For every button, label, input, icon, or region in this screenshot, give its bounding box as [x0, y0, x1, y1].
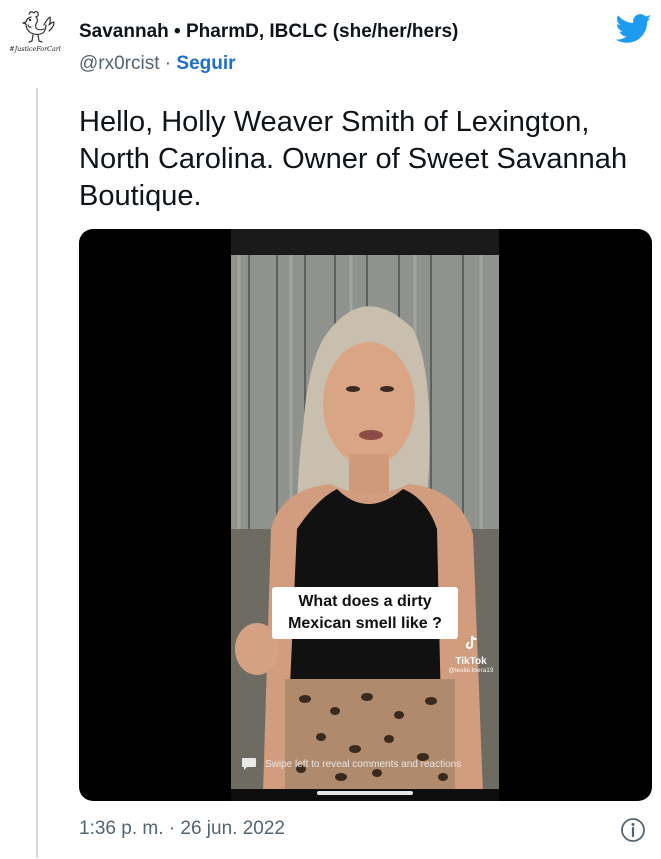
- avatar[interactable]: #JusticeForCarl: [4, 8, 66, 70]
- timestamp-separator: ·: [168, 818, 176, 839]
- author-handle[interactable]: @rx0rcist: [79, 53, 160, 74]
- thread-line: [36, 88, 38, 858]
- rooster-icon: [22, 10, 55, 43]
- video-still-image: [231, 255, 499, 794]
- follow-button[interactable]: Seguir: [176, 53, 235, 74]
- handle-row: @rx0rcist · Seguir: [79, 53, 236, 75]
- author-name[interactable]: Savannah • PharmD, IBCLC (she/her/hers): [79, 21, 458, 43]
- handle-separator: ·: [164, 53, 172, 74]
- home-indicator: [317, 791, 413, 795]
- tiktok-username: @leslie.loera19: [448, 667, 494, 674]
- tweet-timestamp[interactable]: 1:36 p. m. · 26 jun. 2022: [79, 818, 285, 840]
- video-frame: What does a dirty Mexican smell like ? T…: [231, 229, 499, 801]
- video-caption: What does a dirty Mexican smell like ?: [272, 587, 458, 639]
- tweet-text: Hello, Holly Weaver Smith of Lexington, …: [79, 106, 628, 212]
- tweet-time: 1:36 p. m.: [79, 818, 164, 839]
- info-icon[interactable]: [620, 817, 646, 843]
- caption-line-1: What does a dirty: [298, 593, 432, 610]
- video-player[interactable]: What does a dirty Mexican smell like ? T…: [79, 229, 652, 801]
- twitter-bird-icon[interactable]: [616, 14, 652, 44]
- comment-icon: [242, 758, 256, 770]
- caption-line-2: Mexican smell like ?: [288, 615, 442, 632]
- tiktok-watermark: TikTok @leslie.loera19: [443, 635, 499, 675]
- swipe-hint: Swipe left to reveal comments and reacti…: [241, 757, 491, 771]
- tiktok-label: TikTok: [455, 656, 487, 667]
- embedded-tweet: #JusticeForCarl Savannah • PharmD, IBCLC…: [0, 0, 661, 859]
- swipe-hint-text: Swipe left to reveal comments and reacti…: [265, 758, 462, 770]
- tiktok-icon: [465, 635, 477, 650]
- tweet-date: 26 jun. 2022: [180, 818, 285, 839]
- avatar-text: #JusticeForCarl: [9, 45, 61, 53]
